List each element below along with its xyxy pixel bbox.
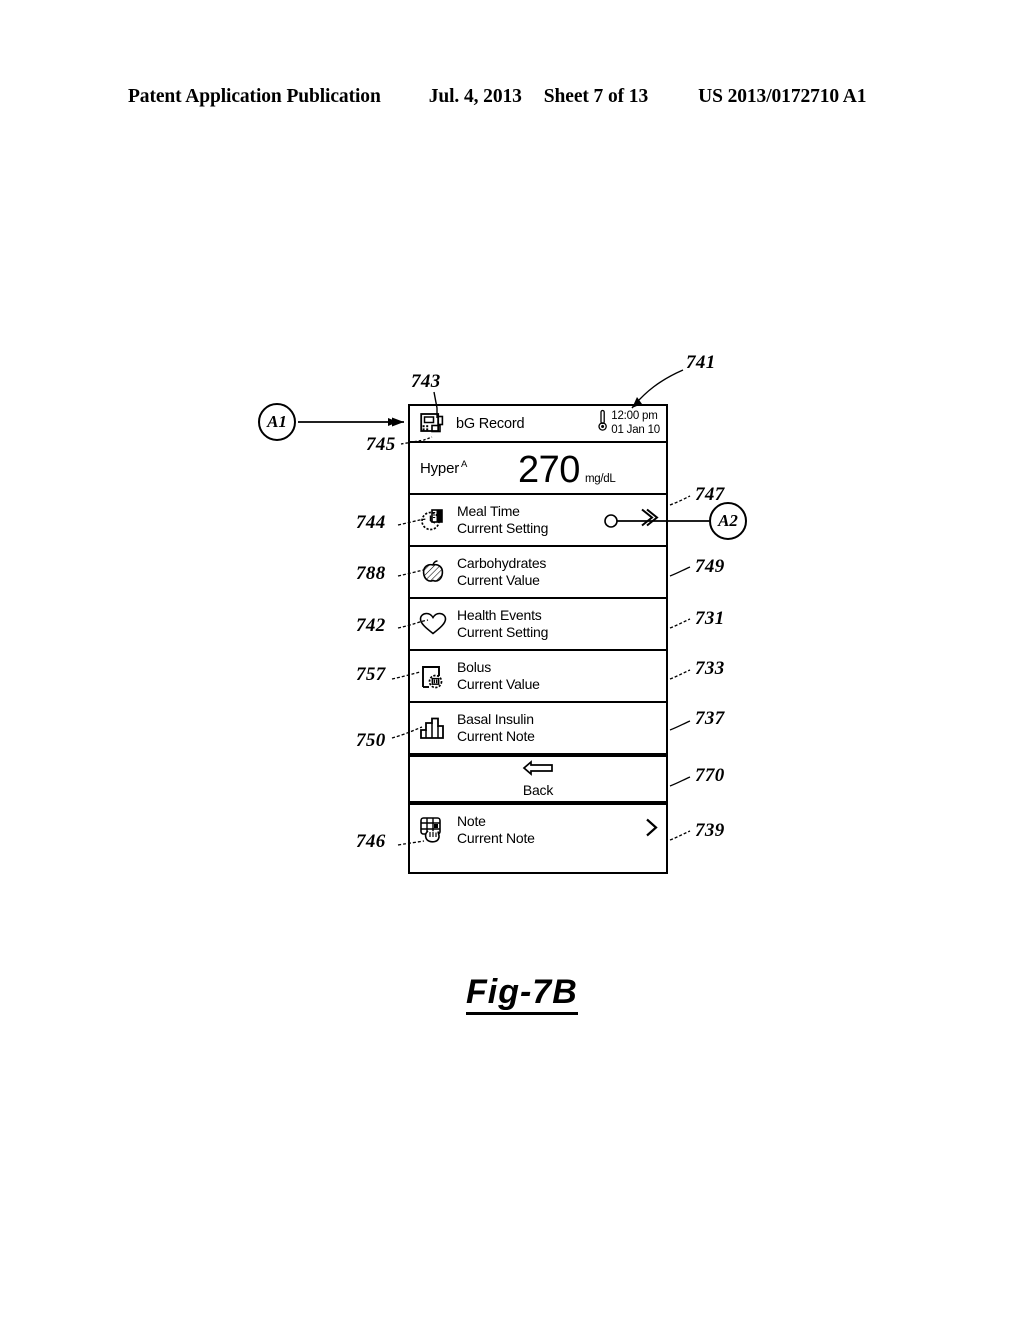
back-button[interactable]: Back [410,755,666,803]
figure-caption: Fig-7B [466,974,578,1015]
callout-757: 757 [356,664,386,685]
menu-item-note[interactable]: Note Current Note [410,803,666,855]
screen-titlebar: bG Record 12:00 pm 01 Jan 10 [410,406,666,443]
note-hand-icon [416,815,450,845]
bg-reading-row: Hyper A 270 mg/dL [410,443,666,495]
reading-units: mg/dL [585,473,616,485]
publication-label: Patent Application Publication [128,86,381,107]
menu-item-meal-time[interactable]: Meal Time Current Setting [410,495,666,547]
callout-750: 750 [356,730,386,751]
reading-status: Hyper A [420,459,467,477]
connector-bubble-a2: A2 [709,502,747,540]
thermometer-icon [598,409,608,431]
left-arrow-icon [521,760,555,781]
screen-title: bG Record [456,415,525,432]
callout-788: 788 [356,563,386,584]
callout-744: 744 [356,512,386,533]
menu-item-sublabel: Current Value [457,676,540,692]
menu-item-label: Note [457,812,486,829]
menu-item-label: Bolus [457,658,492,675]
menu-item-label: Health Events [457,606,542,623]
heart-health-events-icon [416,610,450,638]
callout-770: 770 [695,765,725,786]
menu-item-labels: Basal Insulin Current Note [457,711,535,745]
status-clock: 12:00 pm 01 Jan 10 [597,409,660,437]
apple-carbohydrates-icon [416,558,450,586]
connector-bubble-a1: A1 [258,403,296,441]
back-label: Back [522,782,554,798]
menu-item-labels: Note Current Note [457,813,535,847]
menu-item-carbohydrates[interactable]: Carbohydrates Current Value [410,547,666,599]
patent-page-header: Patent Application Publication Jul. 4, 2… [128,86,896,108]
callout-745: 745 [366,434,396,455]
reading-value: 270 [518,449,580,491]
callout-742: 742 [356,615,386,636]
status-date: 01 Jan 10 [611,424,660,437]
meal-time-clock-icon [416,506,450,534]
menu-item-label: Carbohydrates [457,554,547,571]
menu-item-sublabel: Current Setting [457,520,549,536]
callout-749: 749 [695,556,725,577]
menu-item-labels: Meal Time Current Setting [457,503,548,537]
callout-733: 733 [695,658,725,679]
reading-status-marker: A [461,459,468,470]
menu-item-labels: Bolus Current Value [457,659,540,693]
connector-bubble-a2-label: A2 [718,511,738,530]
menu-item-basal-insulin[interactable]: Basal Insulin Current Note [410,703,666,755]
sheet-number: Sheet 7 of 13 [543,86,649,107]
patent-number: US 2013/0172710 A1 [698,86,867,107]
connector-bubble-a1-label: A1 [267,412,287,431]
callout-746: 746 [356,831,386,852]
callout-731: 731 [695,608,725,629]
device-screen: bG Record 12:00 pm 01 Jan 10 Hyper A 270 … [408,404,668,874]
menu-item-sublabel: Current Note [457,728,535,744]
status-time: 12:00 pm [611,410,658,422]
callout-739: 739 [695,820,725,841]
menu-item-health-events[interactable]: Health Events Current Setting [410,599,666,651]
chevron-right-icon[interactable] [642,815,660,846]
callout-743: 743 [411,371,441,392]
menu-item-sublabel: Current Value [457,572,540,588]
bolus-pen-icon [416,661,450,691]
menu-item-sublabel: Current Setting [457,624,549,640]
publication-date: Jul. 4, 2013 [428,86,522,107]
menu-item-bolus[interactable]: Bolus Current Value [410,651,666,703]
meter-device-icon [416,412,450,436]
menu-item-sublabel: Current Note [457,830,535,846]
callout-741: 741 [686,352,716,373]
basal-insulin-bars-icon [416,714,450,742]
menu-item-label: Meal Time [457,502,520,519]
callout-737: 737 [695,708,725,729]
menu-item-label: Basal Insulin [457,710,534,727]
menu-item-labels: Health Events Current Setting [457,607,548,641]
menu-item-labels: Carbohydrates Current Value [457,555,546,589]
chevron-right-icon[interactable] [638,505,660,536]
reading-status-text: Hyper [420,460,460,477]
